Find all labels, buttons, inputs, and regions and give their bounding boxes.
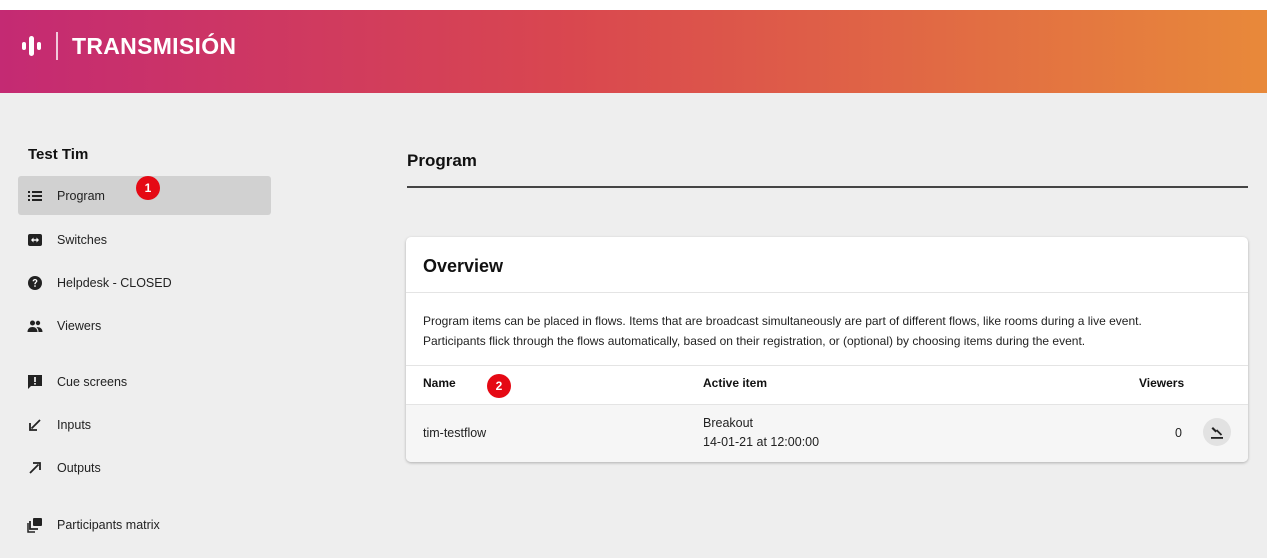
annotation-badge-2: 2 [487, 374, 511, 398]
sidebar-item-label: Viewers [57, 318, 102, 333]
app-header: TRANSMISIÓN [0, 10, 1267, 93]
description-line: Program items can be placed in flows. It… [423, 314, 1142, 328]
sidebar-item-label: Switches [57, 232, 108, 247]
event-title: Test Tim [28, 146, 89, 163]
sidebar-item-viewers[interactable]: Viewers [18, 306, 271, 345]
sidebar-item-label: Inputs [57, 417, 92, 432]
sidebar-item-label: Helpdesk - CLOSED [57, 275, 172, 290]
sidebar-item-label: Cue screens [57, 374, 128, 389]
sidebar-item-outputs[interactable]: Outputs [18, 448, 271, 487]
annotation-badge-1: 1 [136, 176, 160, 200]
divider [406, 292, 1248, 293]
page-title-divider [407, 186, 1248, 188]
sidebar-item-label: Program [57, 188, 105, 203]
waveform-logo-icon [22, 36, 41, 56]
sidebar-item-cue-screens[interactable]: Cue screens [18, 362, 271, 401]
participants-matrix-icon [27, 517, 43, 533]
logo-divider [56, 32, 58, 60]
column-header-name[interactable]: Name [423, 376, 456, 390]
help-circle-icon [27, 275, 43, 291]
alert-message-icon [27, 374, 43, 390]
list-icon [27, 188, 43, 204]
page-title: Program [407, 151, 477, 170]
active-item-time: 14-01-21 at 12:00:00 [703, 435, 820, 449]
table-row[interactable]: tim-testflow Breakout 14-01-21 at 12:00:… [406, 405, 1248, 462]
switch-flow-button[interactable] [1203, 418, 1231, 446]
sidebar-item-participants-matrix[interactable]: Participants matrix [18, 505, 271, 544]
column-header-active-item[interactable]: Active item [703, 376, 767, 390]
sidebar-item-label: Participants matrix [57, 517, 160, 532]
overview-description: Program items can be placed in flows. It… [423, 311, 1233, 351]
active-item-title: Breakout [703, 416, 754, 430]
switch-arrows-icon [27, 232, 43, 248]
brand-name: TRANSMISIÓN [72, 32, 237, 59]
sidebar-item-label: Outputs [57, 460, 101, 475]
people-icon [27, 318, 43, 334]
column-header-viewers[interactable]: Viewers [1139, 376, 1184, 390]
arrow-up-right-icon [27, 460, 43, 476]
gavel-switch-icon [1211, 427, 1223, 439]
arrow-down-left-icon [27, 417, 43, 433]
flow-name: tim-testflow [423, 426, 487, 440]
sidebar-item-inputs[interactable]: Inputs [18, 405, 271, 444]
viewer-count: 0 [1175, 426, 1182, 440]
sidebar-item-helpdesk[interactable]: Helpdesk - CLOSED [18, 263, 271, 302]
overview-card: Overview Program items can be placed in … [406, 237, 1248, 462]
overview-title: Overview [423, 256, 504, 276]
sidebar-item-switches[interactable]: Switches [18, 220, 271, 259]
brand-logo[interactable]: TRANSMISIÓN [20, 32, 236, 60]
description-line: Participants flick through the flows aut… [423, 334, 1086, 348]
app-window: TRANSMISIÓN Test Tim Program Switches He… [0, 10, 1267, 558]
divider [406, 365, 1248, 366]
